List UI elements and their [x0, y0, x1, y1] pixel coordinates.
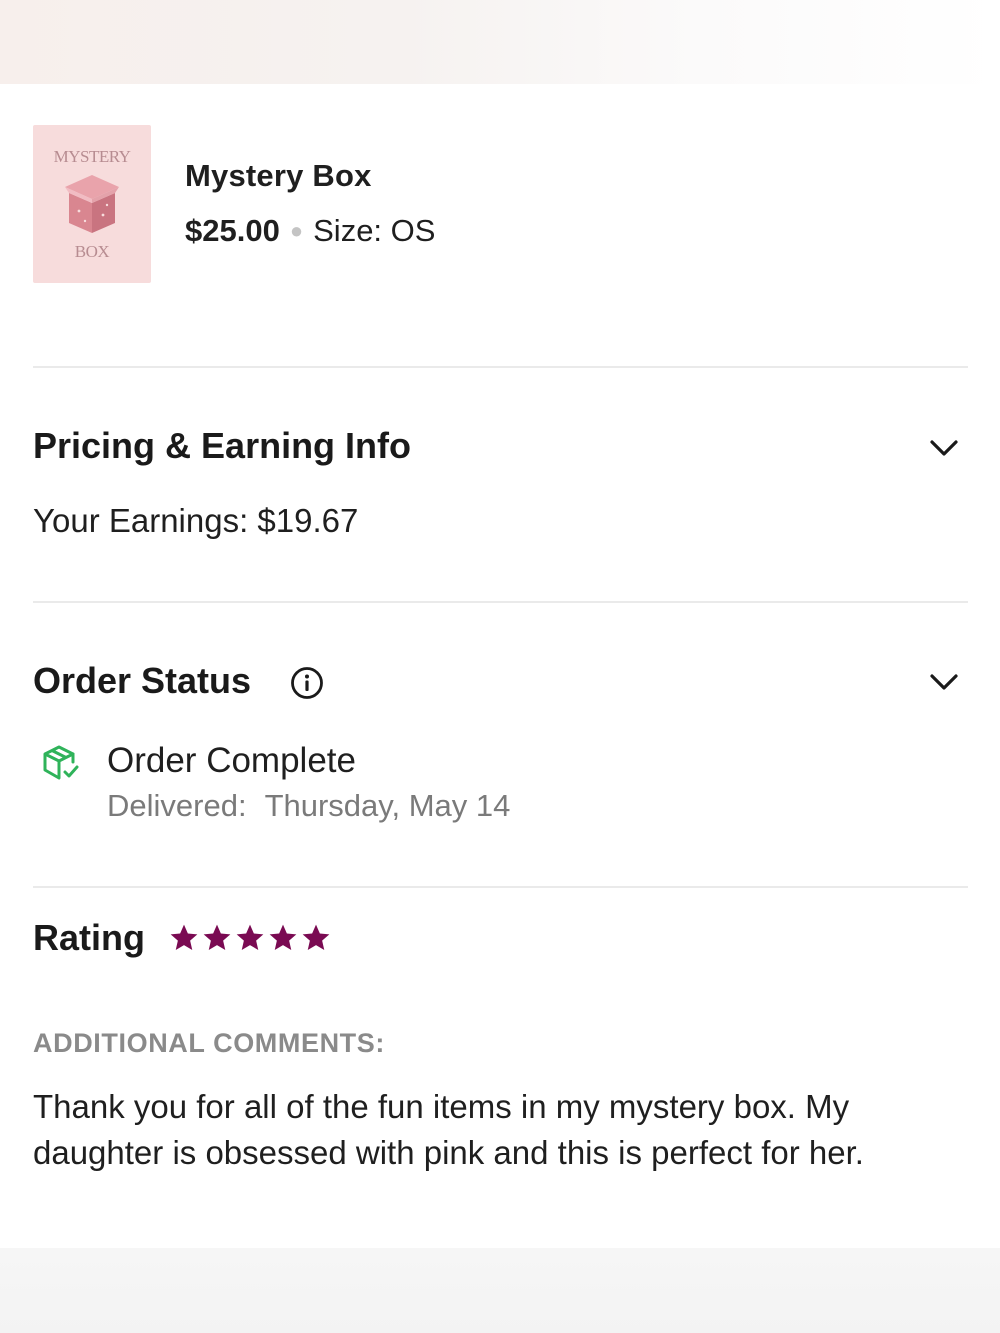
delivered-label: Delivered: — [107, 788, 247, 823]
order-status-title[interactable]: Order Status — [33, 660, 251, 702]
divider — [33, 601, 968, 603]
product-price: $25.00 — [185, 213, 280, 248]
star-icon — [236, 924, 264, 950]
product-size: Size: OS — [313, 213, 436, 248]
top-fade — [0, 0, 1000, 84]
thumbnail-text-bottom: BOX — [74, 242, 110, 261]
info-icon[interactable] — [290, 666, 324, 700]
product-meta: $25.00 ● Size: OS — [185, 213, 435, 249]
chevron-down-icon[interactable] — [928, 438, 960, 458]
star-icon — [203, 924, 231, 950]
bottom-fade — [0, 1248, 1000, 1333]
divider — [33, 886, 968, 888]
star-icon — [302, 924, 330, 950]
product-name[interactable]: Mystery Box — [185, 158, 372, 194]
chevron-down-icon[interactable] — [928, 672, 960, 692]
order-status-value: Order Complete — [107, 741, 356, 780]
pricing-section-title[interactable]: Pricing & Earning Info — [33, 425, 411, 467]
product-thumbnail[interactable]: MYSTERY BOX — [33, 125, 151, 283]
product-summary[interactable]: MYSTERY BOX Mystery Box $25.00 ● Size: OS — [33, 125, 968, 285]
star-icon — [269, 924, 297, 950]
meta-separator: ● — [289, 218, 304, 243]
additional-comments-text: Thank you for all of the fun items in my… — [33, 1088, 864, 1171]
delivered-info: Delivered: Thursday, May 14 — [107, 788, 510, 824]
star-icon — [170, 924, 198, 950]
delivered-date: Thursday, May 14 — [264, 788, 511, 823]
your-earnings: Your Earnings: $19.67 — [33, 502, 359, 539]
thumbnail-text-top: MYSTERY — [53, 147, 131, 166]
additional-comments-label: ADDITIONAL COMMENTS: — [33, 1028, 385, 1058]
package-check-icon — [43, 745, 79, 780]
gift-box-icon — [65, 175, 119, 233]
divider — [33, 366, 968, 368]
rating-title: Rating — [33, 917, 145, 958]
rating-stars — [168, 922, 333, 954]
